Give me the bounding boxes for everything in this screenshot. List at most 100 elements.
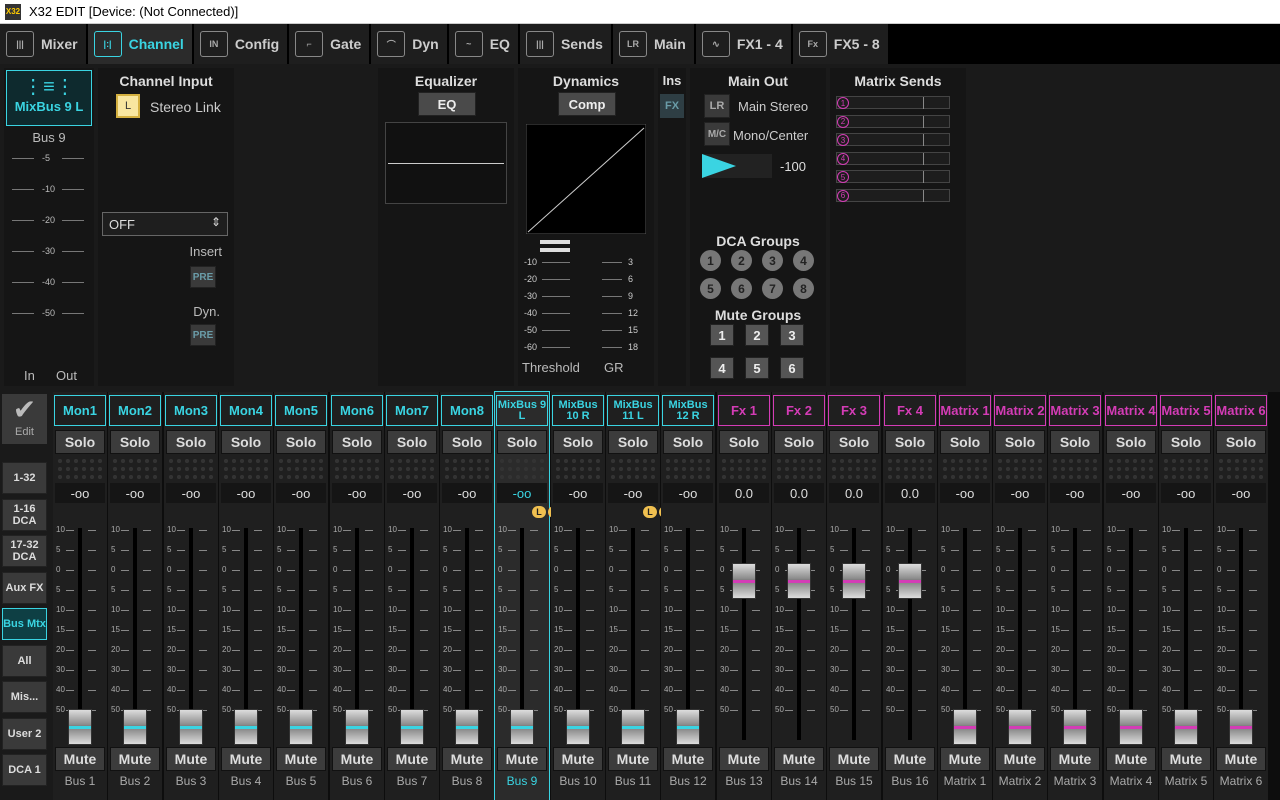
fader-knob[interactable] (566, 709, 590, 745)
channel-strip[interactable]: MixBus 12 RSolo-oo10505101520304050MuteB… (661, 392, 715, 800)
layer-mis-[interactable]: Mis... (2, 681, 47, 713)
channel-name-button[interactable]: Fx 3 (828, 395, 880, 426)
dca-group-1[interactable]: 1 (700, 250, 721, 271)
solo-button[interactable]: Solo (276, 430, 326, 454)
channel-name-button[interactable]: Fx 4 (884, 395, 936, 426)
layer-bus-mtx[interactable]: Bus Mtx (2, 608, 47, 640)
fader-knob[interactable] (1063, 709, 1087, 745)
layer-aux-fx[interactable]: Aux FX (2, 572, 47, 604)
mute-button[interactable]: Mute (1161, 747, 1211, 771)
channel-name-button[interactable]: MixBus 11 L (607, 395, 659, 426)
solo-button[interactable]: Solo (553, 430, 603, 454)
channel-strip[interactable]: MixBus 9 LSolo-ooLR10505101520304050Mute… (495, 392, 549, 800)
mute-button[interactable]: Mute (663, 747, 713, 771)
solo-button[interactable]: Solo (166, 430, 216, 454)
solo-button[interactable]: Solo (608, 430, 658, 454)
dca-group-3[interactable]: 3 (762, 250, 783, 271)
mute-group-1[interactable]: 1 (710, 324, 734, 346)
layer-dca-1[interactable]: DCA 1 (2, 754, 47, 786)
dca-group-2[interactable]: 2 (731, 250, 752, 271)
channel-name-button[interactable]: Mon4 (220, 395, 272, 426)
eq-button[interactable]: EQ (418, 92, 476, 116)
fader-knob[interactable] (1229, 709, 1253, 745)
solo-button[interactable]: Solo (110, 430, 160, 454)
mute-button[interactable]: Mute (166, 747, 216, 771)
matrix-send-2[interactable]: 2 (836, 115, 950, 128)
layer-17-32-dca[interactable]: 17-32 DCA (2, 535, 47, 567)
solo-button[interactable]: Solo (1216, 430, 1266, 454)
channel-name-button[interactable]: Matrix 1 (939, 395, 991, 426)
layer-all[interactable]: All (2, 645, 47, 677)
mute-button[interactable]: Mute (387, 747, 437, 771)
mute-button[interactable]: Mute (885, 747, 935, 771)
fader-knob[interactable] (1119, 709, 1143, 745)
channel-strip[interactable]: Mon6Solo-oo10505101520304050MuteBus 6 (330, 392, 384, 800)
channel-name-button[interactable]: Matrix 2 (994, 395, 1046, 426)
fader-knob[interactable] (123, 709, 147, 745)
mute-button[interactable]: Mute (332, 747, 382, 771)
channel-name-button[interactable]: Fx 2 (773, 395, 825, 426)
mute-button[interactable]: Mute (497, 747, 547, 771)
dynamics-curve-display[interactable] (526, 124, 646, 234)
insert-pre-button[interactable]: PRE (190, 266, 216, 288)
channel-strip[interactable]: Matrix 5Solo-oo10505101520304050MuteMatr… (1159, 392, 1213, 800)
solo-button[interactable]: Solo (387, 430, 437, 454)
layer-user-2[interactable]: User 2 (2, 718, 47, 750)
tab-dyn[interactable]: ⌒Dyn (371, 24, 448, 64)
stereo-link-toggle[interactable]: L (116, 94, 140, 118)
tab-mixer[interactable]: |||Mixer (0, 24, 88, 64)
mute-button[interactable]: Mute (55, 747, 105, 771)
tab-gate[interactable]: ⌐Gate (289, 24, 371, 64)
mute-group-3[interactable]: 3 (780, 324, 804, 346)
solo-button[interactable]: Solo (55, 430, 105, 454)
fader-knob[interactable] (1174, 709, 1198, 745)
fader-knob[interactable] (234, 709, 258, 745)
mute-button[interactable]: Mute (995, 747, 1045, 771)
mute-group-4[interactable]: 4 (710, 357, 734, 379)
mute-button[interactable]: Mute (110, 747, 160, 771)
tab-eq[interactable]: ~EQ (449, 24, 520, 64)
solo-button[interactable]: Solo (719, 430, 769, 454)
mute-button[interactable]: Mute (1106, 747, 1156, 771)
fader-knob[interactable] (179, 709, 203, 745)
solo-button[interactable]: Solo (1106, 430, 1156, 454)
channel-name-button[interactable]: MixBus 10 R (552, 395, 604, 426)
channel-name-button[interactable]: Mon8 (441, 395, 493, 426)
fader-knob[interactable] (289, 709, 313, 745)
channel-name-button[interactable]: MixBus 9 L (496, 395, 548, 426)
mute-button[interactable]: Mute (221, 747, 271, 771)
fader-knob[interactable] (1008, 709, 1032, 745)
mute-button[interactable]: Mute (608, 747, 658, 771)
insert-select[interactable]: OFF ⇕ (102, 212, 228, 236)
solo-button[interactable]: Solo (774, 430, 824, 454)
channel-strip[interactable]: MixBus 10 RSolo-oo10505101520304050MuteB… (551, 392, 605, 800)
channel-strip[interactable]: Fx 2Solo0.010505101520304050MuteBus 14 (772, 392, 826, 800)
tab-channel[interactable]: |:|Channel (88, 24, 194, 64)
mute-button[interactable]: Mute (1050, 747, 1100, 771)
tab-sends[interactable]: |||Sends (520, 24, 613, 64)
tab-fx1-4[interactable]: ∿FX1 - 4 (696, 24, 793, 64)
channel-name-button[interactable]: Matrix 6 (1215, 395, 1267, 426)
channel-name-button[interactable]: Mon2 (109, 395, 161, 426)
fader-knob[interactable] (842, 563, 866, 599)
channel-name-button[interactable]: Mon5 (275, 395, 327, 426)
solo-button[interactable]: Solo (885, 430, 935, 454)
channel-strip[interactable]: Matrix 6Solo-oo10505101520304050MuteMatr… (1214, 392, 1268, 800)
channel-strip[interactable]: Matrix 1Solo-oo10505101520304050MuteMatr… (938, 392, 992, 800)
mute-group-6[interactable]: 6 (780, 357, 804, 379)
channel-strip[interactable]: Mon5Solo-oo10505101520304050MuteBus 5 (274, 392, 328, 800)
threshold-handle-top[interactable] (540, 240, 570, 244)
channel-name-button[interactable]: Mon3 (165, 395, 217, 426)
solo-button[interactable]: Solo (1161, 430, 1211, 454)
matrix-send-3[interactable]: 3 (836, 133, 950, 146)
solo-button[interactable]: Solo (442, 430, 492, 454)
fader-knob[interactable] (898, 563, 922, 599)
solo-button[interactable]: Solo (995, 430, 1045, 454)
channel-name-button[interactable]: Mon7 (386, 395, 438, 426)
fader-knob[interactable] (732, 563, 756, 599)
tab-config[interactable]: INConfig (194, 24, 289, 64)
mute-button[interactable]: Mute (940, 747, 990, 771)
channel-strip[interactable]: MixBus 11 LSolo-ooLR10505101520304050Mut… (606, 392, 660, 800)
fader-knob[interactable] (676, 709, 700, 745)
channel-strip[interactable]: Mon2Solo-oo10505101520304050MuteBus 2 (108, 392, 162, 800)
